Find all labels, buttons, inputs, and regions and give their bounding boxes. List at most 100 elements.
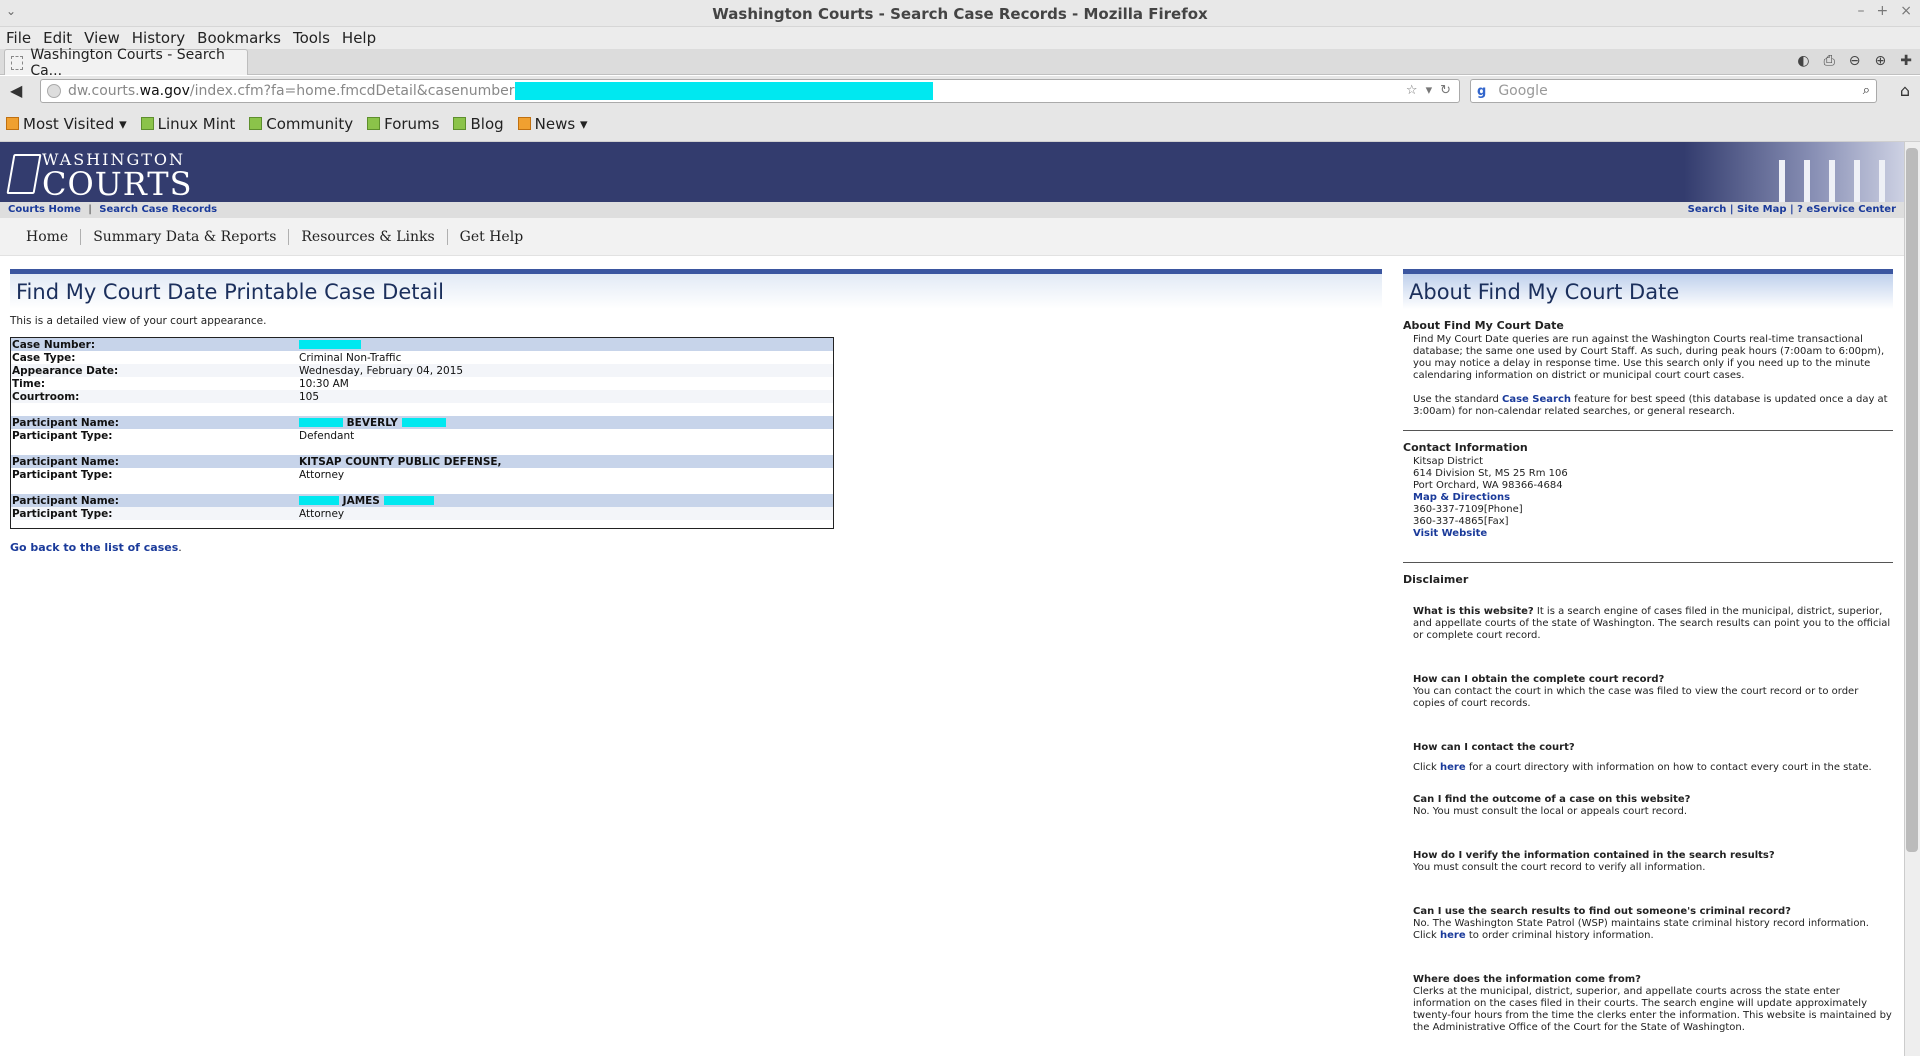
zoom-in-icon[interactable]: ⊕ [1875,53,1887,69]
redacted-case-number [299,340,361,349]
bookmark-icon [367,117,381,130]
sync-icon[interactable]: ◐ [1797,53,1809,69]
logo-mark-icon [6,154,42,194]
case-search-link[interactable]: Case Search [1502,394,1571,405]
tab-label: Washington Courts - Search Ca... [30,46,225,79]
url-path: /index.cfm?fa=home.fmcdDetail&casenumber [189,83,515,99]
dropdown-arrow-icon[interactable]: ▾ [1426,83,1433,98]
bookmark-news[interactable]: News ▾ [517,115,588,133]
site-header: WASHINGTON COURTS [0,142,1904,203]
bookmark-most-visited[interactable]: Most Visited ▾ [6,115,127,133]
about-text: Find My Court Date queries are run again… [1413,334,1885,381]
search-placeholder: Google [1498,83,1548,99]
print-icon[interactable]: ⎙ [1824,53,1835,69]
faq-item: How do I verify the information containe… [1413,850,1775,873]
bookmark-linux-mint[interactable]: Linux Mint [140,115,235,133]
intro-text: This is a detailed view of your court ap… [10,315,267,327]
contact-info: Kitsap District 614 Division St, MS 25 R… [1403,456,1893,540]
bookmark-icon [453,117,467,130]
table-row: Participant Type: Attorney [12,468,345,481]
washington-courts-logo[interactable]: WASHINGTON COURTS [6,150,192,203]
criminal-history-link[interactable]: here [1440,930,1466,941]
page-content: WASHINGTON COURTS Courts Home | Search C… [0,142,1904,1056]
bookmark-forums[interactable]: Forums [367,115,439,133]
bookmarks-toolbar: Most Visited ▾ Linux Mint Community Foru… [0,106,1920,142]
table-row: Appearance Date: Wednesday, February 04,… [11,364,833,377]
sidebar: About Find My Court Date About Find My C… [1403,269,1893,1034]
contact-heading: Contact Information [1403,441,1528,454]
bookmark-icon [249,117,263,130]
url-prefix: dw.courts. [68,83,140,99]
nav-summary-data[interactable]: Summary Data & Reports [81,228,290,245]
courts-home-link[interactable]: Courts Home [8,204,81,215]
bookmark-icon [140,117,154,130]
about-heading: About Find My Court Date [1403,319,1564,332]
maximize-icon[interactable]: + [1877,3,1889,19]
main-nav: Home Summary Data & Reports Resources & … [0,218,1904,256]
page-favicon-icon [11,55,24,70]
table-row: Courtroom: 105 [11,390,833,403]
minimize-icon[interactable]: – [1858,3,1865,19]
url-bar[interactable]: dw.courts. wa.gov/index.cfm?fa=home.fmcdD… [40,79,1460,103]
go-back-link[interactable]: Go back to the list of cases [10,541,178,554]
redacted-name [401,418,446,427]
globe-icon [47,84,61,98]
search-case-records-link[interactable]: Search Case Records [99,204,217,215]
nav-get-help[interactable]: Get Help [448,229,535,245]
search-bar[interactable]: g Google ⌕ [1470,79,1877,103]
bookmark-community[interactable]: Community [249,115,353,133]
zoom-out-icon[interactable]: ⊖ [1849,53,1861,69]
reload-icon[interactable]: ↻ [1440,83,1451,98]
capitol-banner-image [1684,142,1904,202]
faq-item: Can I use the search results to find out… [1413,906,1869,941]
main-column: Find My Court Date Printable Case Detail… [10,269,1382,554]
sidebar-title: About Find My Court Date [1403,269,1893,309]
menu-tools[interactable]: Tools [293,29,330,47]
window-titlebar: ⌄ Washington Courts - Search Case Record… [0,0,1920,27]
table-row: Case Type: Criminal Non-Traffic [12,351,402,364]
divider [1403,430,1893,431]
rss-icon [517,117,531,130]
tab-active[interactable]: Washington Courts - Search Ca... [4,47,248,79]
url-domain: wa.gov [139,83,190,99]
table-row: Participant Type: Attorney [11,507,833,520]
home-icon[interactable]: ⌂ [1900,81,1910,100]
menu-edit[interactable]: Edit [43,29,72,47]
menubar: File Edit View History Bookmarks Tools H… [0,27,1920,49]
google-icon[interactable]: g [1477,84,1486,99]
table-row: Participant Name: KITSAP COUNTY PUBLIC D… [11,455,833,468]
url-redaction [514,82,933,100]
menu-bookmarks[interactable]: Bookmarks [197,29,281,47]
faq-item: How can I obtain the complete court reco… [1413,674,1859,709]
table-row: Participant Name: JAMES [11,494,833,507]
menu-view[interactable]: View [84,29,120,47]
redacted-name [299,418,343,427]
scrollbar-thumb[interactable] [1906,148,1918,852]
most-visited-icon [6,117,19,130]
table-row: Case Number: [11,338,833,351]
nav-resources[interactable]: Resources & Links [289,228,448,245]
divider [1403,562,1893,563]
back-arrow-icon[interactable]: ◀ [10,81,22,100]
page-title: Find My Court Date Printable Case Detail [10,269,1382,309]
bookmark-star-icon[interactable]: ☆ [1406,83,1418,98]
table-row: Participant Type: Defendant [12,429,355,442]
search-icon[interactable]: ⌕ [1863,83,1870,98]
menu-help[interactable]: Help [342,29,376,47]
tab-bar: Washington Courts - Search Ca... ◐ ⎙ ⊖ ⊕… [0,47,1920,79]
visit-website-link[interactable]: Visit Website [1413,528,1893,540]
bookmark-blog[interactable]: Blog [453,115,504,133]
table-row: Time: 10:30 AM [12,377,349,390]
close-icon[interactable]: × [1900,3,1912,19]
add-icon[interactable]: ✚ [1900,53,1912,69]
map-directions-link[interactable]: Map & Directions [1413,492,1893,504]
menu-history[interactable]: History [132,29,185,47]
nav-home[interactable]: Home [14,228,82,245]
navigation-toolbar: ◀ dw.courts. wa.gov/index.cfm?fa=home.fmc… [0,76,1920,106]
faq-item: Can I find the outcome of a case on this… [1413,794,1691,817]
utility-links[interactable]: Search | Site Map | ? eService Center [1688,204,1896,215]
redacted-name [383,496,434,505]
court-directory-link[interactable]: here [1440,762,1466,773]
table-row: Participant Name: BEVERLY [11,416,833,429]
menu-file[interactable]: File [6,29,31,47]
